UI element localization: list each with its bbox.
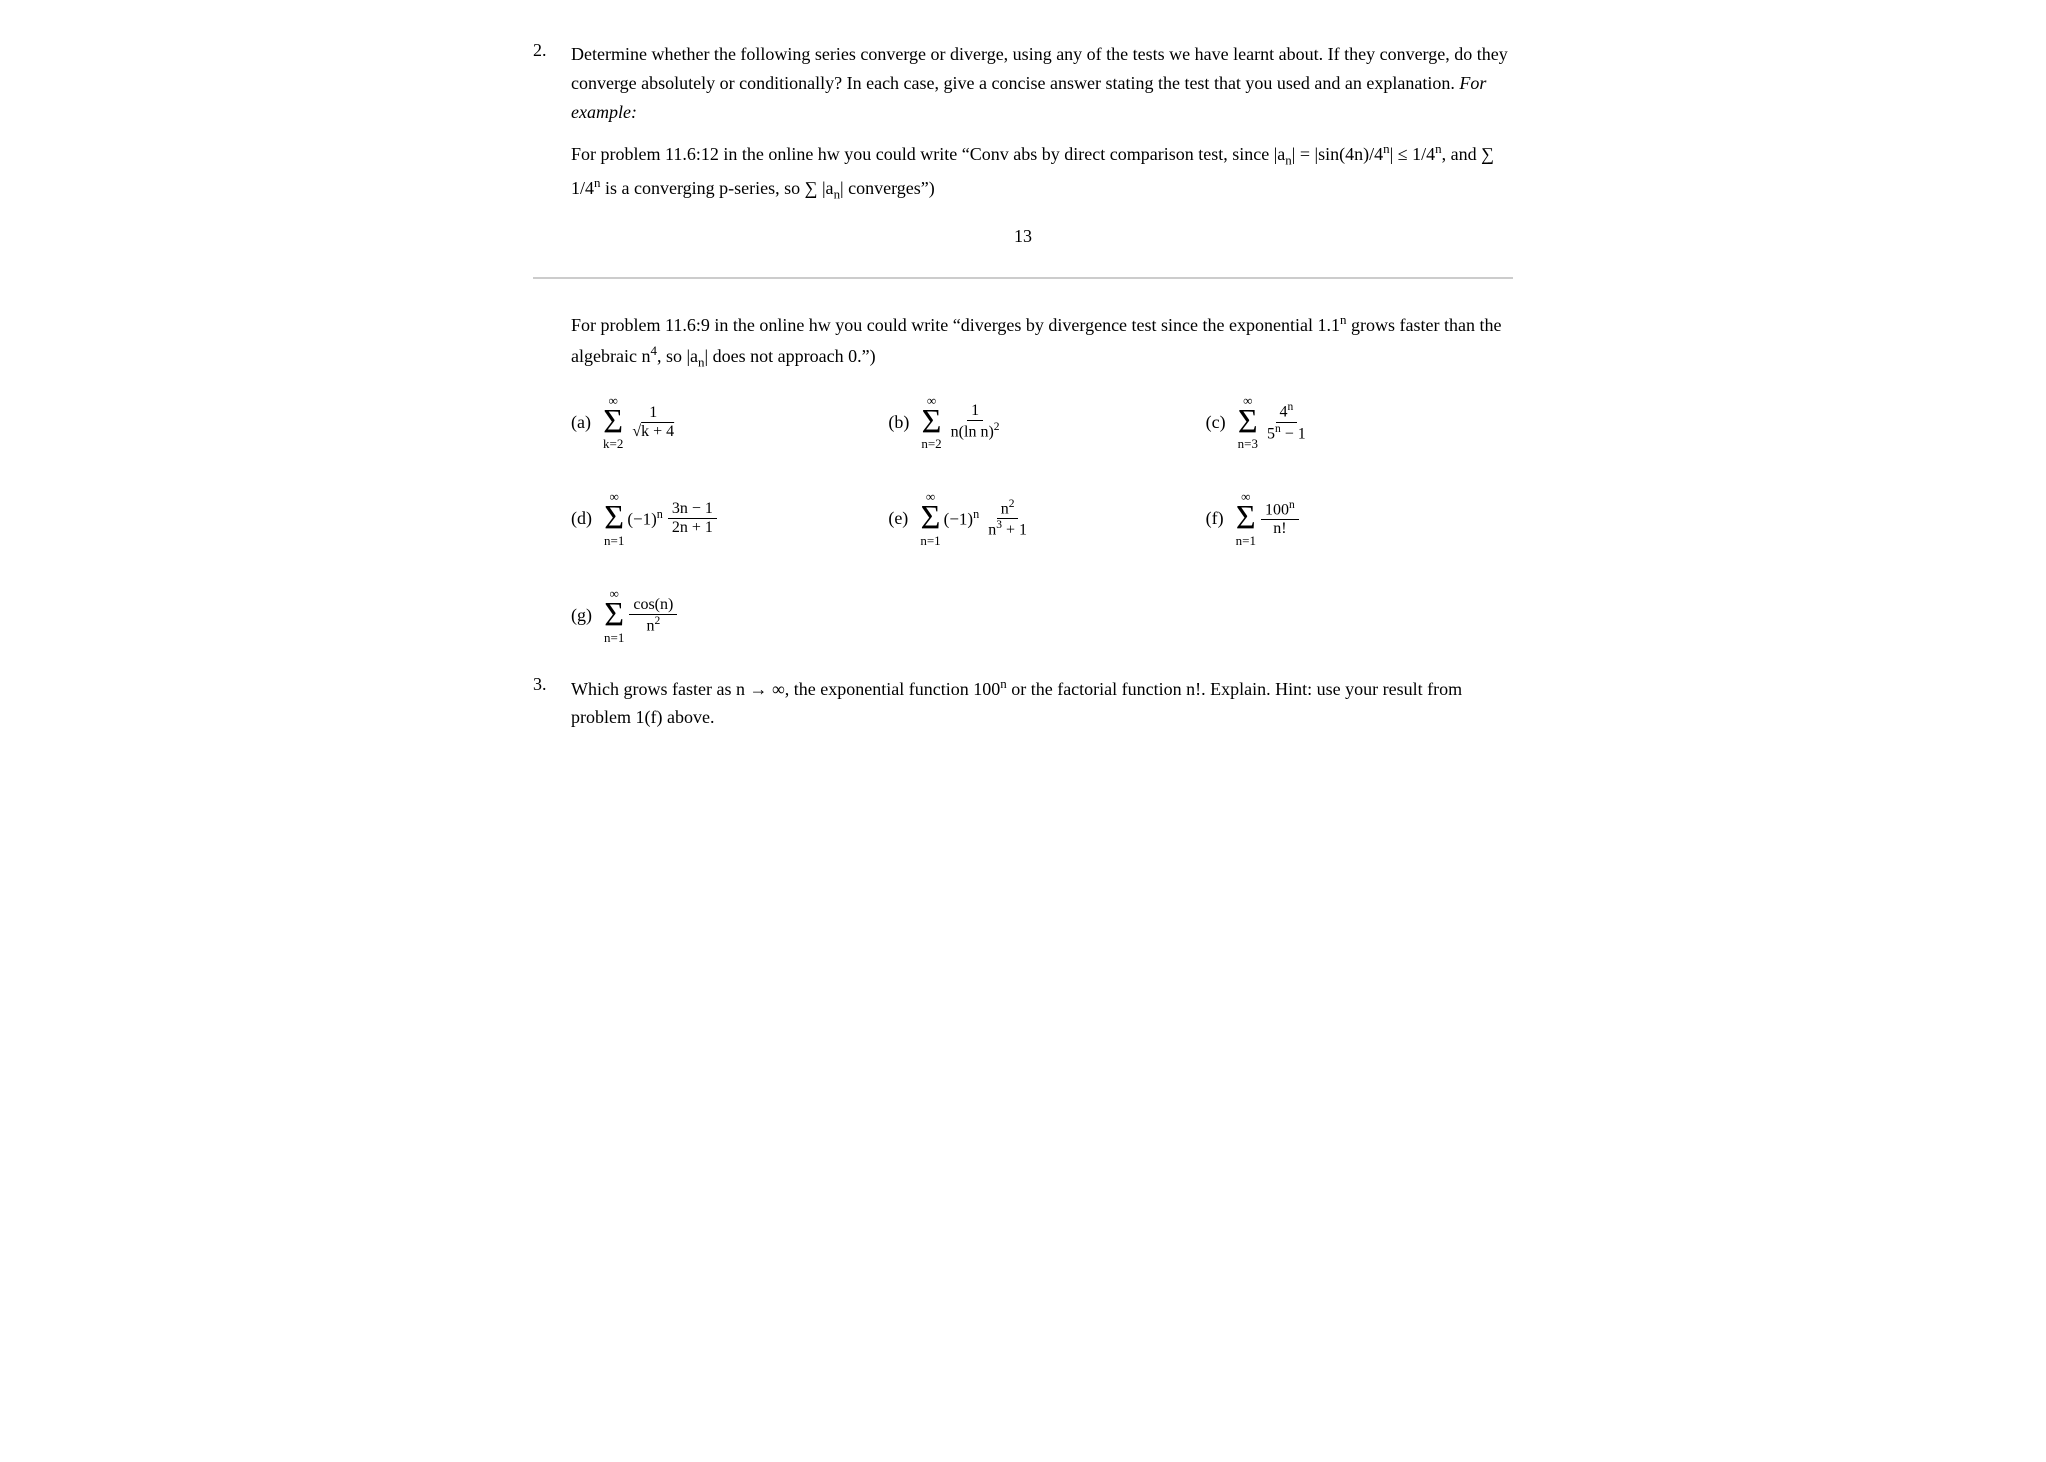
series-g: (g) ∞ Σ n=1 cos(n) n2 <box>571 587 1513 644</box>
series-e: (e) ∞ Σ n=1 (−1)n n2 n3 + 1 <box>888 490 1195 547</box>
series-c-label: (c) <box>1206 412 1226 433</box>
series-b-expr: ∞ Σ n=2 1 n(ln n)2 <box>921 394 1005 451</box>
problem-3-text: Which grows faster as n → ∞, the exponen… <box>571 674 1513 733</box>
series-f-expr: ∞ Σ n=1 100n n! <box>1236 490 1301 547</box>
problem-number-3: 3. <box>533 674 563 733</box>
diverge-example-block: For problem 11.6:9 in the online hw you … <box>571 309 1513 374</box>
series-grid: (a) ∞ Σ k=2 1 √k + 4 (b) <box>571 394 1513 644</box>
series-b-label: (b) <box>888 412 909 433</box>
page-number: 13 <box>533 226 1513 247</box>
section-divider <box>533 277 1513 279</box>
series-g-label: (g) <box>571 605 592 626</box>
series-f-label: (f) <box>1206 508 1224 529</box>
problem-number-2: 2. <box>533 40 563 126</box>
series-d: (d) ∞ Σ n=1 (−1)n 3n − 1 2n + 1 <box>571 490 878 547</box>
for-example-label: For example: <box>571 73 1486 122</box>
series-a: (a) ∞ Σ k=2 1 √k + 4 <box>571 394 878 451</box>
example-block: For problem 11.6:12 in the online hw you… <box>571 138 1513 205</box>
problem-3: 3. Which grows faster as n → ∞, the expo… <box>533 674 1513 733</box>
series-a-expr: ∞ Σ k=2 1 √k + 4 <box>603 394 680 451</box>
series-e-label: (e) <box>888 508 908 529</box>
series-d-label: (d) <box>571 508 592 529</box>
series-c: (c) ∞ Σ n=3 4n 5n − 1 <box>1206 394 1513 451</box>
series-g-expr: ∞ Σ n=1 cos(n) n2 <box>604 587 679 644</box>
series-c-expr: ∞ Σ n=3 4n 5n − 1 <box>1238 394 1312 451</box>
series-e-expr: ∞ Σ n=1 (−1)n n2 n3 + 1 <box>920 490 1033 547</box>
series-d-expr: ∞ Σ n=1 (−1)n 3n − 1 2n + 1 <box>604 490 719 547</box>
series-b: (b) ∞ Σ n=2 1 n(ln n)2 <box>888 394 1195 451</box>
series-a-label: (a) <box>571 412 591 433</box>
problem-2: 2. Determine whether the following serie… <box>533 40 1513 644</box>
series-f: (f) ∞ Σ n=1 100n n! <box>1206 490 1513 547</box>
problem-2-intro: Determine whether the following series c… <box>571 40 1513 126</box>
